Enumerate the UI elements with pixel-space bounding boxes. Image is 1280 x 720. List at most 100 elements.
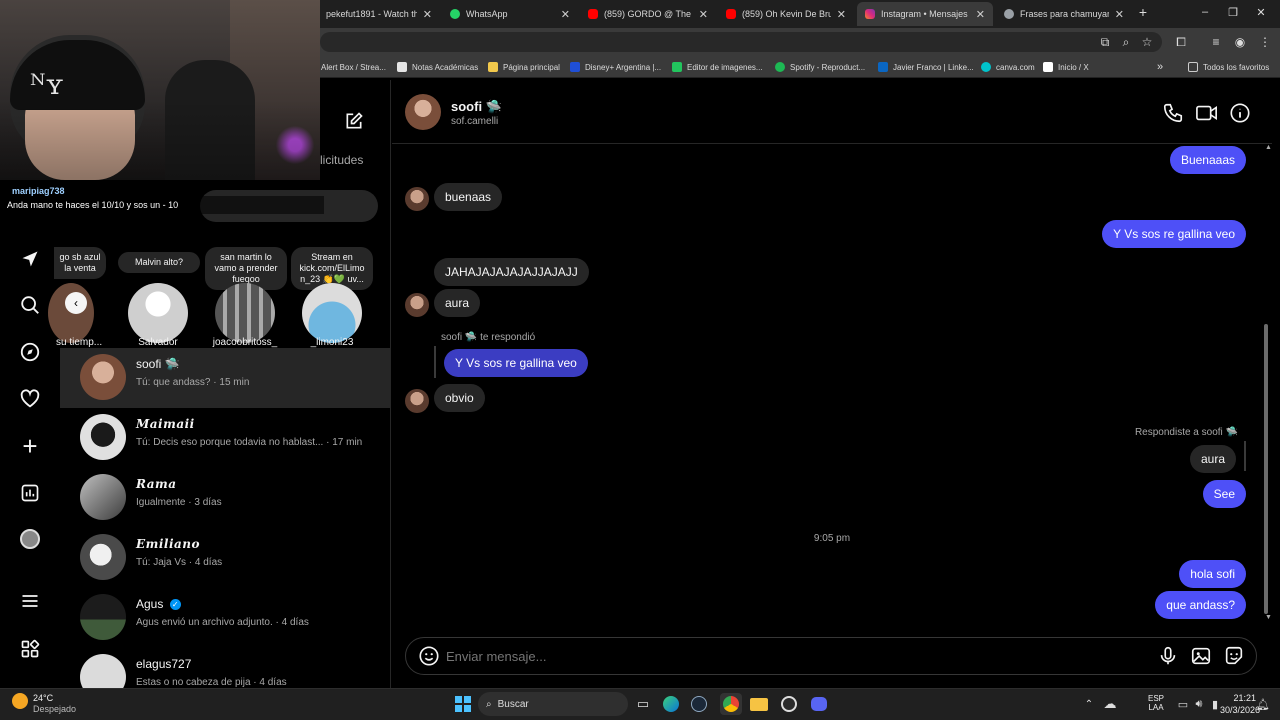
message-outgoing[interactable]: Y Vs sos re gallina veo — [1102, 220, 1246, 248]
weather-temp[interactable]: 24°C — [33, 693, 53, 703]
browser-tab[interactable]: Frases para chamuyar ✕ — [996, 2, 1132, 26]
weather-icon[interactable] — [12, 693, 28, 709]
bookmark-item[interactable]: Spotify - Reproduct... — [775, 58, 865, 76]
windows-start-icon[interactable] — [452, 693, 474, 715]
conversation-item[interactable]: Emiliano Tú: Jaja Vs · 4 días — [60, 528, 391, 588]
bookmark-item[interactable]: Editor de imagenes... — [672, 58, 763, 76]
sticker-icon[interactable] — [1223, 645, 1245, 672]
tab-close-icon[interactable]: ✕ — [1115, 8, 1124, 21]
chat-avatar[interactable] — [405, 94, 441, 130]
conversation-item[interactable]: Rama Igualmente · 3 días — [60, 468, 391, 528]
bookmark-item[interactable]: canva.com — [981, 58, 1035, 76]
extensions-icon[interactable]: ⧠ — [1173, 34, 1189, 50]
bookmarks-overflow-button[interactable]: » — [1157, 58, 1163, 76]
minimize-button[interactable]: – — [1196, 6, 1214, 18]
message-outgoing[interactable]: que andass? — [1155, 591, 1246, 619]
message-input[interactable] — [446, 645, 1136, 667]
tab-close-icon[interactable]: ✕ — [837, 8, 846, 21]
message-incoming[interactable]: aura — [434, 289, 481, 317]
search-icon[interactable] — [17, 292, 43, 318]
quoted-message[interactable]: aura — [1189, 445, 1236, 473]
address-bar[interactable] — [320, 32, 1162, 52]
tab-close-icon[interactable]: ✕ — [423, 8, 432, 21]
conversation-item[interactable]: soofi 🛸 Tú: que andass? · 15 min — [60, 348, 391, 408]
tab-title: (859) GORDO @ The Vers — [604, 9, 693, 19]
bookmark-item[interactable]: Notas Académicas — [397, 58, 478, 76]
browser-tab[interactable]: (859) Oh Kevin De Bruyne ✕ — [718, 2, 854, 26]
message-outgoing[interactable]: hola sofi — [1179, 560, 1246, 588]
steam-icon[interactable] — [688, 693, 710, 715]
browser-tab[interactable]: pekefut1891 - Watch the ✕ — [318, 2, 440, 26]
profile-icon[interactable]: ◉ — [1232, 34, 1248, 50]
conversation-item[interactable]: Maimaii Tú: Decis eso porque todavia no … — [60, 408, 391, 468]
new-tab-button[interactable]: + — [1134, 4, 1152, 20]
browser-tab-active[interactable]: Instagram • Mensajes ✕ — [857, 2, 993, 26]
install-app-icon[interactable]: ⧉ — [1097, 34, 1113, 50]
obs-icon[interactable] — [778, 693, 800, 715]
scroll-thumb[interactable] — [1264, 324, 1268, 614]
apps-icon[interactable] — [17, 636, 43, 662]
discord-icon[interactable] — [808, 693, 830, 715]
onedrive-icon[interactable]: ☁ — [1099, 693, 1121, 715]
bookmark-item[interactable]: Inicio / X — [1043, 58, 1089, 76]
message-incoming[interactable]: JAHAJAJAJAJAJJAJAJJ — [434, 258, 589, 286]
requests-link[interactable]: licitudes — [320, 153, 363, 167]
bookmark-item[interactable]: Javier Franco | Linke... — [878, 58, 974, 76]
notification-bell-icon[interactable]: 🔔︎ — [1252, 693, 1274, 715]
bookmark-item[interactable]: Disney+ Argentina |... — [570, 58, 661, 76]
explore-icon[interactable] — [17, 339, 43, 365]
story-avatar[interactable] — [302, 283, 362, 343]
image-upload-icon[interactable] — [1190, 645, 1212, 672]
message-incoming[interactable]: buenaas — [434, 183, 503, 211]
phone-icon[interactable] — [1162, 102, 1184, 129]
scroll-down-icon[interactable]: ▼ — [1265, 614, 1272, 621]
zoom-icon[interactable]: ⌕ — [1118, 34, 1134, 50]
page-icon — [397, 62, 407, 72]
story-avatar[interactable] — [128, 283, 188, 343]
stories-prev-button[interactable]: ‹ — [65, 292, 87, 314]
bookmark-item[interactable]: Página principal — [488, 58, 560, 76]
conversation-name: Maimaii — [136, 417, 195, 431]
more-menu-icon[interactable] — [17, 588, 43, 614]
maximize-button[interactable]: ❐ — [1224, 6, 1242, 19]
compose-icon[interactable] — [344, 111, 364, 136]
message-incoming[interactable]: obvio — [434, 384, 485, 412]
create-icon[interactable]: + — [17, 431, 43, 461]
chat-username: sof.camelli — [451, 116, 499, 127]
browser-tab[interactable]: (859) GORDO @ The Vers ✕ — [580, 2, 716, 26]
tab-close-icon[interactable]: ✕ — [561, 8, 570, 21]
chat-scrollbar[interactable]: ▲ ▼ — [1262, 144, 1272, 626]
direct-icon[interactable] — [17, 246, 43, 272]
message-outgoing[interactable]: See — [1202, 480, 1246, 508]
conversation-item[interactable]: Agus ✓ Agus envió un archivo adjunto. · … — [60, 588, 391, 648]
task-view-icon[interactable]: ▭ — [632, 693, 654, 715]
bookmark-star-icon[interactable]: ☆ — [1139, 34, 1155, 50]
close-window-button[interactable]: ✕ — [1252, 6, 1270, 19]
browser-tab[interactable]: WhatsApp ✕ — [442, 2, 578, 26]
heart-icon[interactable] — [17, 386, 43, 412]
emoji-icon[interactable] — [418, 645, 440, 672]
hidden-icons-chevron-icon[interactable]: ⌃ — [1078, 693, 1100, 715]
story-avatar[interactable] — [215, 283, 275, 343]
clock[interactable]: 21:21 30/3/2026 — [1220, 693, 1260, 715]
info-icon[interactable] — [1229, 102, 1251, 129]
bookmark-item[interactable]: Alert Box / Strea... — [321, 58, 386, 76]
tab-close-icon[interactable]: ✕ — [699, 8, 708, 21]
media-control-icon[interactable]: ≡ — [1208, 34, 1224, 50]
dashboard-icon[interactable] — [17, 480, 43, 506]
chrome-icon[interactable] — [720, 693, 742, 715]
chat-title[interactable]: soofi 🛸 — [451, 99, 502, 115]
profile-avatar-icon[interactable] — [17, 526, 43, 552]
language-indicator[interactable]: ESP LAA — [1144, 694, 1168, 712]
quoted-message[interactable]: Y Vs sos re gallina veo — [444, 349, 588, 377]
video-call-icon[interactable] — [1195, 102, 1219, 129]
taskbar-search[interactable]: ⌕ Buscar — [478, 692, 628, 716]
microphone-icon[interactable] — [1157, 645, 1179, 672]
all-bookmarks-button[interactable]: Todos los favoritos — [1188, 58, 1269, 76]
message-outgoing[interactable]: Buenaaas — [1169, 146, 1246, 174]
scroll-up-icon[interactable]: ▲ — [1265, 144, 1272, 151]
file-explorer-icon[interactable] — [748, 693, 770, 715]
edge-icon[interactable] — [660, 693, 682, 715]
tab-close-icon[interactable]: ✕ — [976, 8, 985, 21]
menu-icon[interactable]: ⋮ — [1257, 34, 1273, 50]
